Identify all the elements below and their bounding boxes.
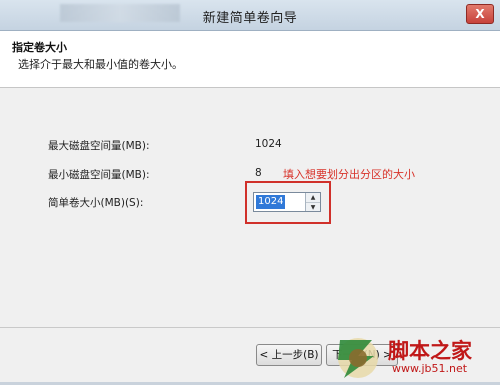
title-bar: 新建简单卷向导 X (0, 0, 500, 31)
stepper-down-icon[interactable]: ▼ (306, 203, 320, 212)
watermark-brand: 脚本之家 (388, 338, 472, 363)
stepper-arrows: ▲ ▼ (305, 193, 320, 211)
stepper-up-icon[interactable]: ▲ (306, 193, 320, 203)
header-title: 指定卷大小 (12, 41, 67, 54)
window-title: 新建简单卷向导 (202, 11, 298, 26)
watermark-url: www.jb51.net (392, 362, 468, 375)
min-space-value: 8 (255, 167, 262, 179)
close-button[interactable]: X (466, 4, 494, 24)
max-space-label: 最大磁盘空间量(MB): (48, 140, 150, 152)
wizard-header: 指定卷大小 选择介于最大和最小值的卷大小。 (0, 31, 500, 88)
wizard-window: 新建简单卷向导 X 指定卷大小 选择介于最大和最小值的卷大小。 最大磁盘空间量(… (0, 0, 500, 382)
header-subtitle: 选择介于最大和最小值的卷大小。 (18, 58, 183, 71)
volume-size-label: 简单卷大小(MB)(S): (48, 197, 144, 209)
min-space-label: 最小磁盘空间量(MB): (48, 169, 150, 181)
volume-size-stepper[interactable]: 1024 ▲ ▼ (253, 192, 321, 212)
back-button[interactable]: < 上一步(B) (256, 344, 322, 366)
volume-size-input[interactable]: 1024 (256, 195, 286, 209)
max-space-value: 1024 (255, 138, 282, 150)
annotation-text: 填入想要划分出分区的大小 (283, 168, 415, 181)
